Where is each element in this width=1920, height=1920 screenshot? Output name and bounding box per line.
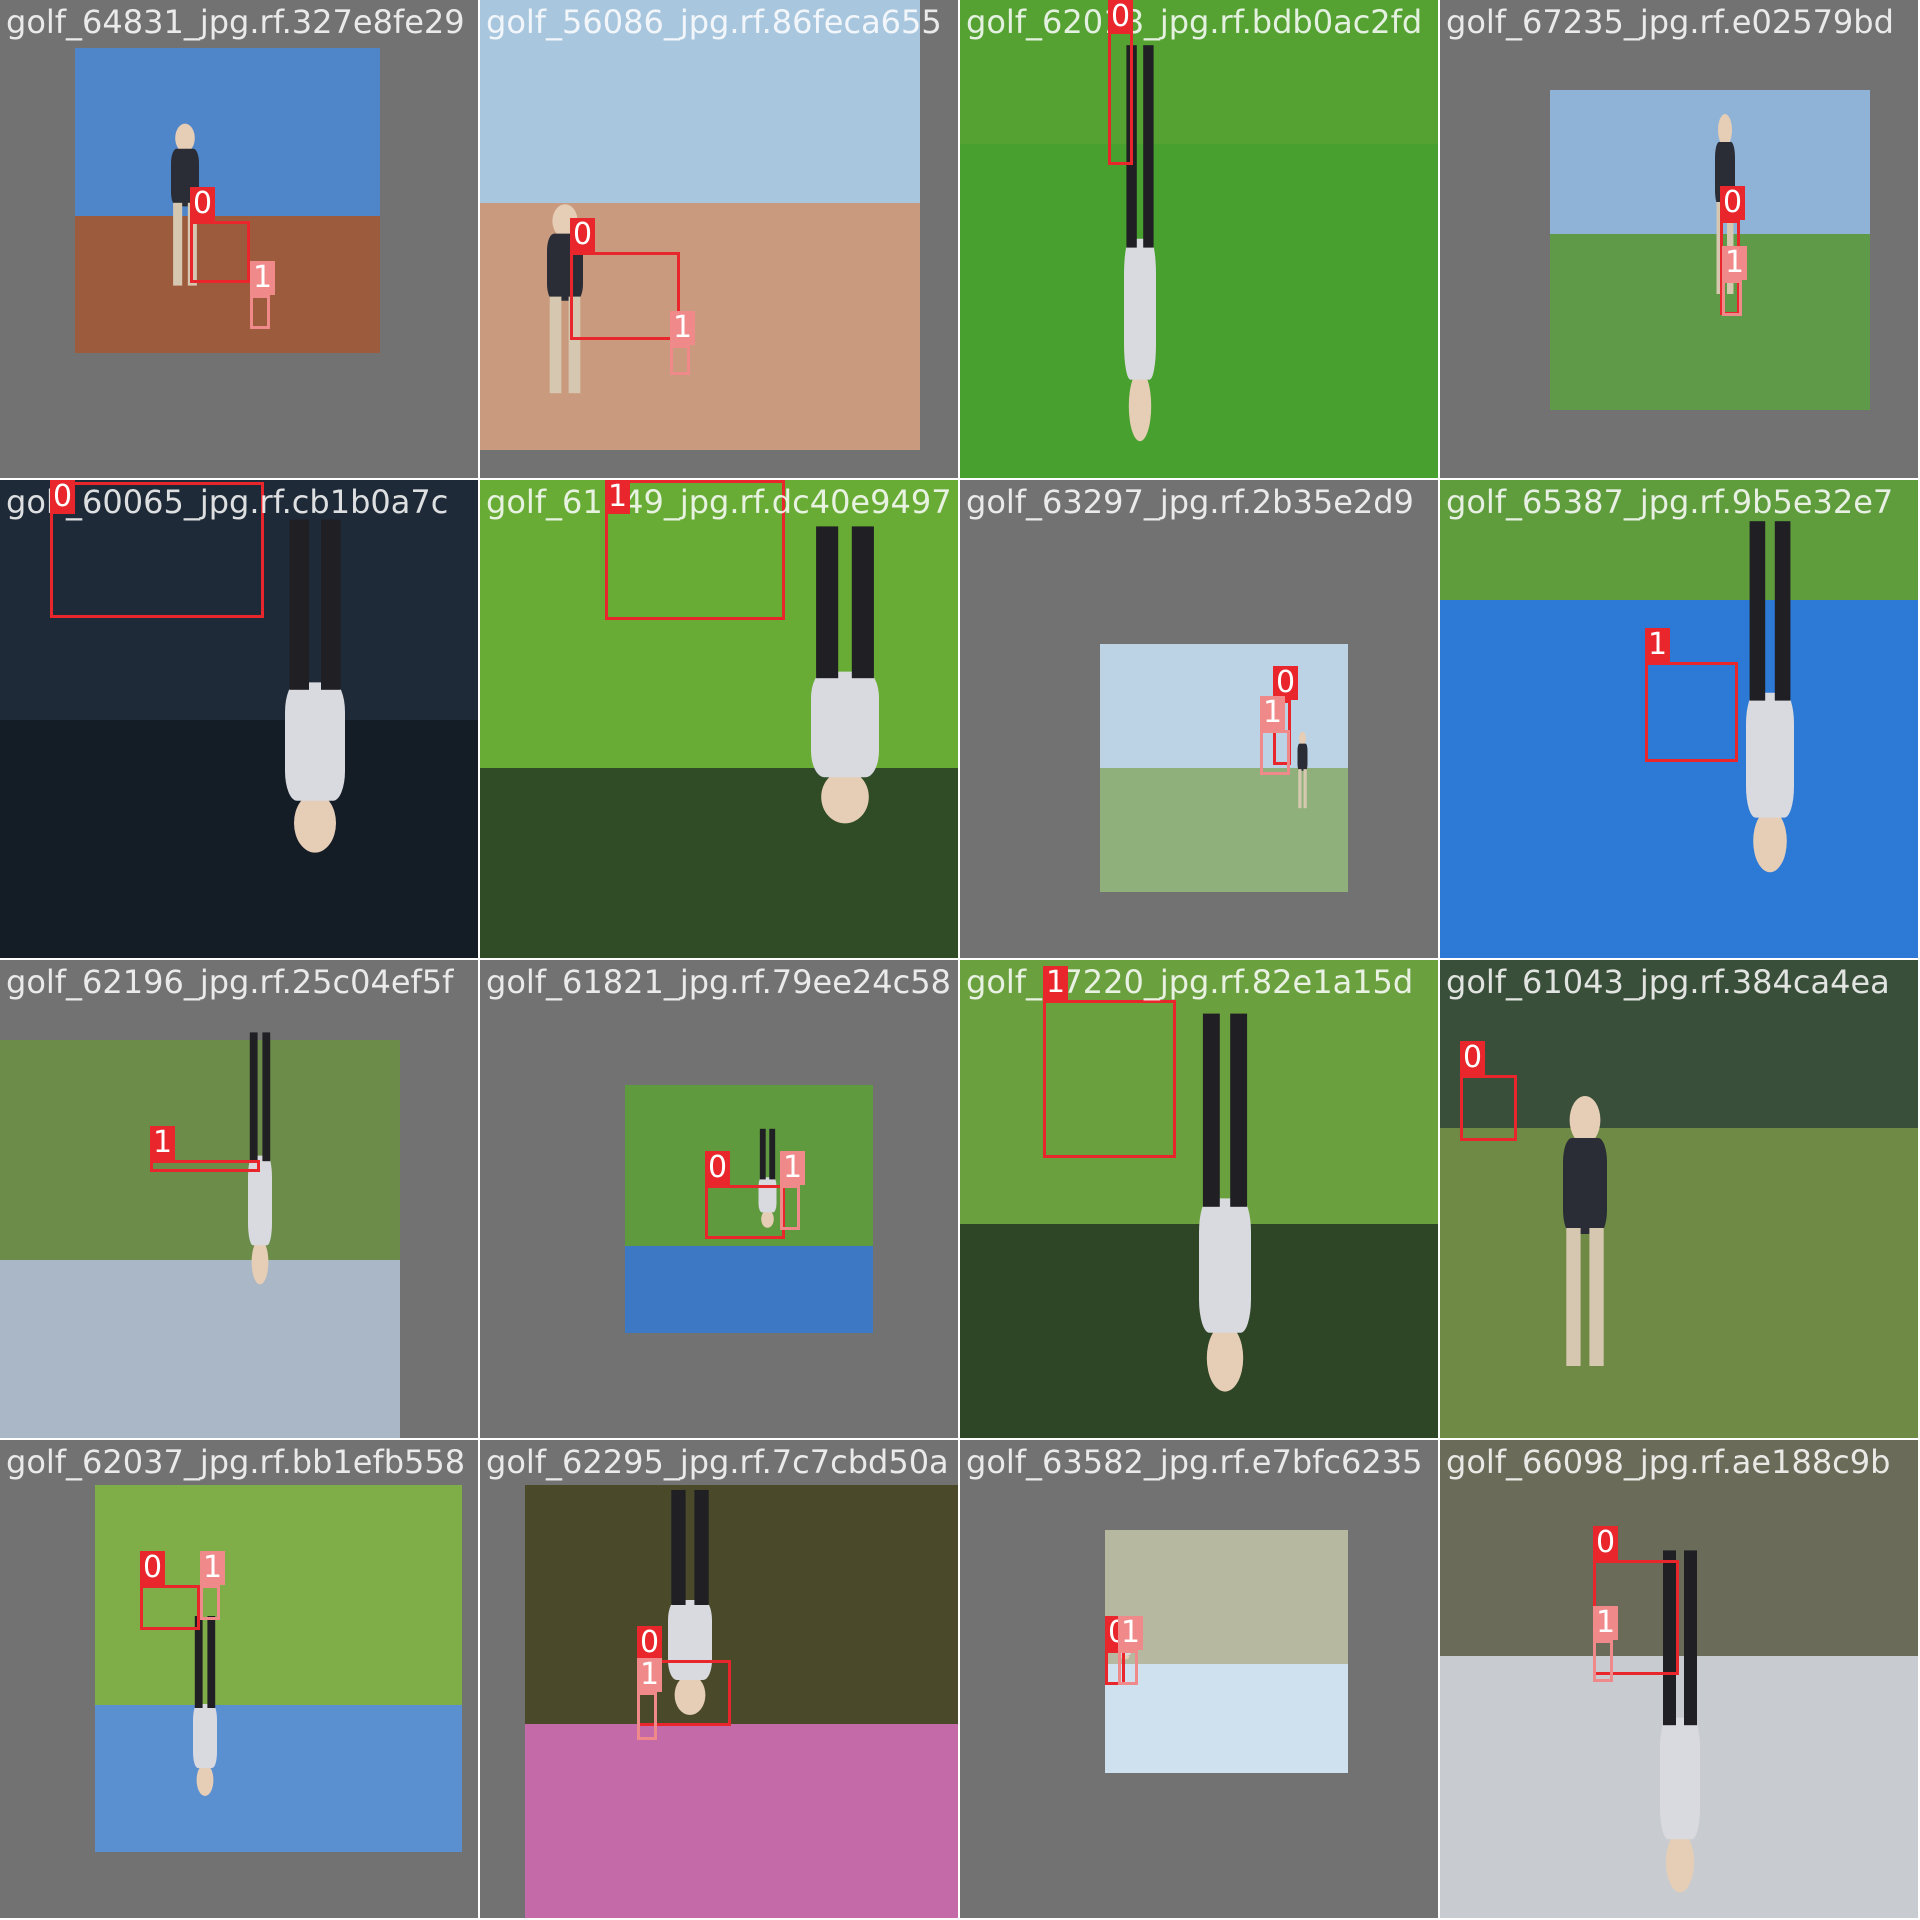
golfer-figure	[230, 1010, 290, 1290]
sky-region	[625, 1246, 873, 1333]
image-tile: 0 1 golf_63297_jpg.rf.2b35e2d9	[960, 480, 1438, 958]
filename-caption: golf_62295_jpg.rf.7c7cbd50a	[486, 1443, 949, 1481]
sky-region	[0, 720, 478, 958]
photo	[1440, 960, 1918, 1438]
detection-label: 0	[705, 1151, 731, 1185]
filename-caption: golf_63582_jpg.rf.e7bfc6235	[966, 1443, 1423, 1481]
filename-caption: golf_67220_jpg.rf.82e1a15d	[966, 963, 1414, 1001]
photo	[1105, 1530, 1348, 1773]
detection-box	[637, 1692, 657, 1740]
filename-caption: golf_62037_jpg.rf.bb1efb558	[6, 1443, 466, 1481]
golfer-figure	[1160, 980, 1290, 1400]
detection-label: 0	[1720, 186, 1746, 220]
detection-label: 1	[1593, 1606, 1619, 1640]
filename-caption: golf_61821_jpg.rf.79ee24c58	[486, 963, 951, 1001]
golfer-figure	[175, 1600, 235, 1800]
detection-box	[1722, 280, 1742, 316]
image-tile: 1 golf_65387_jpg.rf.9b5e32e7	[1440, 480, 1918, 958]
image-tile: 0 1 golf_61821_jpg.rf.79ee24c58	[480, 960, 958, 1438]
detection-box	[140, 1585, 200, 1630]
detection-label: 0	[1593, 1526, 1619, 1560]
detection-box	[1645, 662, 1738, 762]
detection-box	[1118, 1650, 1138, 1685]
detection-label: 0	[190, 187, 216, 221]
filename-caption: golf_62018_jpg.rf.bdb0ac2fd	[966, 3, 1423, 41]
image-tile: 1 golf_61849_jpg.rf.dc40e9497	[480, 480, 958, 958]
detection-box	[705, 1185, 785, 1239]
detection-box	[780, 1185, 800, 1230]
detection-label: 0	[637, 1626, 663, 1660]
sky-region	[525, 1724, 958, 1918]
detection-label: 1	[1722, 246, 1748, 280]
detection-label: 1	[780, 1151, 806, 1185]
sky-region	[75, 48, 380, 216]
detection-label: 1	[250, 261, 276, 295]
golfer-figure	[1290, 730, 1315, 815]
image-tile: 0 1 golf_64831_jpg.rf.327e8fe29	[0, 0, 478, 478]
photo	[0, 1040, 400, 1438]
detection-label: 0	[1460, 1041, 1486, 1075]
image-tile: 0 golf_62018_jpg.rf.bdb0ac2fd	[960, 0, 1438, 478]
image-tile: 01golf_63582_jpg.rf.e7bfc6235	[960, 1440, 1438, 1918]
detection-box	[670, 345, 690, 375]
detection-label: 1	[1118, 1616, 1144, 1650]
image-tile: 0 golf_61043_jpg.rf.384ca4ea	[1440, 960, 1918, 1438]
sky-region	[960, 144, 1438, 478]
detection-label: 1	[200, 1551, 226, 1585]
detection-label: 0	[140, 1551, 166, 1585]
image-tile: 0 1 golf_66098_jpg.rf.ae188c9b	[1440, 1440, 1918, 1918]
detection-label: 1	[670, 311, 696, 345]
ground-region	[1440, 1128, 1918, 1438]
image-tile: 0 1 golf_67235_jpg.rf.e02579bd	[1440, 0, 1918, 478]
sky-region	[95, 1705, 462, 1852]
filename-caption: golf_56086_jpg.rf.86feca655	[486, 3, 942, 41]
image-tile: 1 golf_67220_jpg.rf.82e1a15d	[960, 960, 1438, 1438]
sky-region	[1105, 1663, 1348, 1773]
detection-label: 1	[1043, 966, 1069, 1000]
detection-box	[1460, 1075, 1517, 1141]
filename-caption: golf_61043_jpg.rf.384ca4ea	[1446, 963, 1890, 1001]
detection-label: 0	[1108, 0, 1134, 34]
detection-box	[1593, 1640, 1613, 1682]
detection-box	[200, 1585, 220, 1620]
photo	[960, 0, 1438, 478]
sky-region	[1440, 600, 1918, 958]
sky-region	[0, 1260, 400, 1438]
detection-box	[190, 221, 250, 283]
image-tile: 1 golf_62196_jpg.rf.25c04ef5f	[0, 960, 478, 1438]
detection-box	[150, 1160, 260, 1172]
detection-box	[250, 295, 270, 329]
image-tile: 0 1 golf_56086_jpg.rf.86feca655	[480, 0, 958, 478]
detection-label: 1	[150, 1126, 176, 1160]
filename-caption: golf_63297_jpg.rf.2b35e2d9	[966, 483, 1414, 521]
detection-box	[570, 252, 680, 340]
ground-region	[0, 1040, 400, 1260]
detection-label: 1	[1645, 628, 1671, 662]
golfer-figure	[1530, 1090, 1640, 1390]
filename-caption: golf_65387_jpg.rf.9b5e32e7	[1446, 483, 1894, 521]
detection-label: 1	[1260, 696, 1286, 730]
detection-label: 1	[637, 1658, 663, 1692]
filename-caption: golf_67235_jpg.rf.e02579bd	[1446, 3, 1894, 41]
detection-label: 1	[605, 480, 631, 514]
golfer-figure	[760, 500, 930, 830]
image-tile: 0 golf_60065_jpg.rf.cb1b0a7c	[0, 480, 478, 958]
photo	[95, 1485, 462, 1852]
image-tile: 0 1 golf_62295_jpg.rf.7c7cbd50a	[480, 1440, 958, 1918]
detection-box	[1043, 1000, 1176, 1158]
detection-label: 0	[570, 218, 596, 252]
image-grid: 0 1 golf_64831_jpg.rf.327e8fe29 0 1 golf_5608…	[0, 0, 1920, 1920]
photo	[75, 48, 380, 353]
filename-caption: golf_66098_jpg.rf.ae188c9b	[1446, 1443, 1891, 1481]
filename-caption: golf_61849_jpg.rf.dc40e9497	[486, 483, 952, 521]
image-tile: 0 1 golf_62037_jpg.rf.bb1efb558	[0, 1440, 478, 1918]
detection-box	[1260, 730, 1290, 775]
filename-caption: golf_62196_jpg.rf.25c04ef5f	[6, 963, 454, 1001]
detection-label: 0	[50, 480, 76, 514]
filename-caption: golf_64831_jpg.rf.327e8fe29	[6, 3, 465, 41]
